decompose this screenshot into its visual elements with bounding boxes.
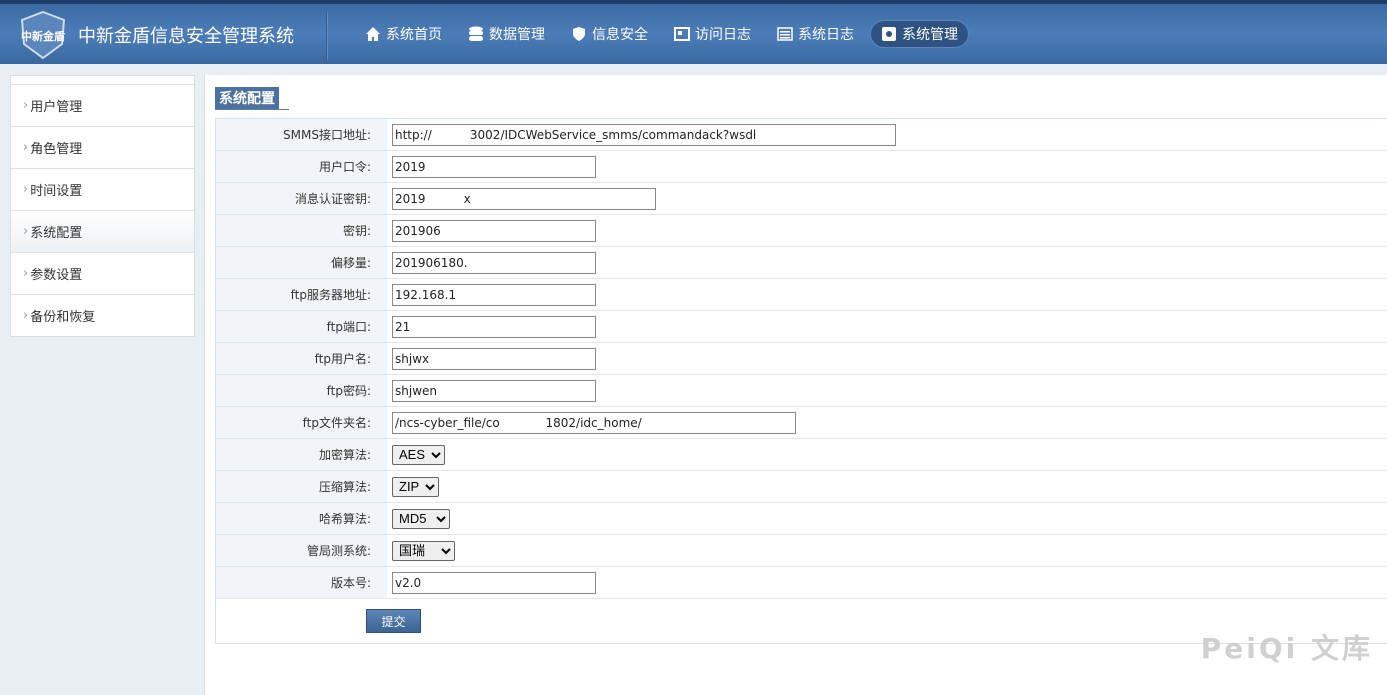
form-row: ftp服务器地址: bbox=[216, 279, 1387, 311]
form-row: ftp文件夹名: bbox=[216, 407, 1387, 439]
main-panel: 系统配置 SMMS接口地址: 用户口令: 消息认证密钥: 密钥: 偏移量: ft… bbox=[204, 75, 1387, 695]
hash-select[interactable]: MD5 bbox=[392, 508, 450, 529]
form-row: 管局测系统: 国瑞 bbox=[216, 535, 1387, 567]
sidebar-item-config[interactable]: › 系统配置 bbox=[11, 210, 194, 252]
form-row: 用户口令: bbox=[216, 151, 1387, 183]
sidebar-label: 用户管理 bbox=[30, 100, 83, 115]
shield-icon bbox=[573, 27, 585, 41]
form-row: 哈希算法: MD5 bbox=[216, 503, 1387, 535]
gear-icon bbox=[882, 27, 896, 41]
form-row: SMMS接口地址: bbox=[216, 119, 1387, 151]
secret-key-input[interactable] bbox=[392, 219, 596, 242]
chevron-right-icon: › bbox=[23, 98, 29, 113]
sidebar-item-roles[interactable]: › 角色管理 bbox=[11, 126, 194, 168]
form-row: ftp端口: bbox=[216, 311, 1387, 343]
field-label: ftp文件夹名: bbox=[216, 407, 387, 438]
config-form: SMMS接口地址: 用户口令: 消息认证密钥: 密钥: 偏移量: ftp服务器地… bbox=[215, 118, 1387, 644]
sidebar-label: 角色管理 bbox=[30, 142, 83, 157]
offset-input[interactable] bbox=[392, 251, 596, 274]
sidebar-label: 备份和恢复 bbox=[30, 310, 96, 325]
ftp-password-input[interactable] bbox=[392, 379, 596, 402]
nav-label: 系统首页 bbox=[386, 27, 442, 43]
form-row: 偏移量: bbox=[216, 247, 1387, 279]
field-label: 加密算法: bbox=[216, 439, 387, 470]
nav-security[interactable]: 信息安全 bbox=[561, 20, 658, 48]
chevron-right-icon: › bbox=[23, 266, 29, 281]
nav-label: 系统管理 bbox=[902, 27, 958, 43]
sidebar: › 用户管理 › 角色管理 › 时间设置 › 系统配置 › 参数设置 › 备份和恢复 bbox=[10, 75, 195, 337]
field-label: 消息认证密钥: bbox=[216, 183, 387, 214]
form-row: 加密算法: AES bbox=[216, 439, 1387, 471]
form-row: ftp用户名: bbox=[216, 343, 1387, 375]
field-label: SMMS接口地址: bbox=[216, 119, 387, 150]
nav-label: 数据管理 bbox=[489, 27, 545, 43]
smms-url-input[interactable] bbox=[392, 123, 896, 146]
agency-system-select[interactable]: 国瑞 bbox=[392, 540, 455, 561]
page-title: 系统配置 bbox=[215, 87, 279, 109]
logo-shield-icon: 中新金盾 bbox=[20, 10, 66, 60]
header: 中新金盾 中新金盾信息安全管理系统 系统首页 数据管理 信息安全 访问日志 系统… bbox=[0, 0, 1387, 64]
form-row: 压缩算法: ZIP bbox=[216, 471, 1387, 503]
sidebar-label: 时间设置 bbox=[30, 184, 83, 199]
nav-label: 访问日志 bbox=[695, 27, 751, 43]
database-icon bbox=[469, 26, 483, 41]
field-label: ftp用户名: bbox=[216, 343, 387, 374]
encryption-select[interactable]: AES bbox=[392, 444, 445, 465]
nav-access-log[interactable]: 访问日志 bbox=[664, 20, 761, 48]
compression-select[interactable]: ZIP bbox=[392, 476, 439, 497]
divider bbox=[326, 12, 328, 60]
auth-key-input[interactable] bbox=[392, 187, 656, 210]
field-label: 哈希算法: bbox=[216, 503, 387, 534]
ftp-port-input[interactable] bbox=[392, 315, 596, 338]
nav-label: 系统日志 bbox=[798, 27, 854, 43]
field-label: 版本号: bbox=[216, 567, 387, 598]
sidebar-item-users[interactable]: › 用户管理 bbox=[11, 84, 194, 126]
submit-button[interactable]: 提交 bbox=[366, 609, 421, 633]
sidebar-item-time[interactable]: › 时间设置 bbox=[11, 168, 194, 210]
ftp-username-input[interactable] bbox=[392, 347, 596, 370]
sidebar-label: 参数设置 bbox=[30, 268, 83, 283]
form-row: 密钥: bbox=[216, 215, 1387, 247]
chevron-right-icon: › bbox=[23, 308, 29, 323]
form-row: 消息认证密钥: bbox=[216, 183, 1387, 215]
top-nav: 系统首页 数据管理 信息安全 访问日志 系统日志 系统管理 bbox=[355, 20, 969, 48]
nav-system-log[interactable]: 系统日志 bbox=[767, 20, 864, 48]
form-row: ftp密码: bbox=[216, 375, 1387, 407]
nav-label: 信息安全 bbox=[592, 27, 648, 43]
field-label: ftp密码: bbox=[216, 375, 387, 406]
list-icon bbox=[777, 27, 793, 41]
sidebar-item-params[interactable]: › 参数设置 bbox=[11, 252, 194, 294]
nav-home[interactable]: 系统首页 bbox=[355, 20, 452, 48]
sidebar-label: 系统配置 bbox=[30, 226, 83, 241]
field-label: 压缩算法: bbox=[216, 471, 387, 502]
section-title: 系统配置 bbox=[215, 87, 289, 110]
watermark: PeiQi 文库 bbox=[1200, 632, 1373, 665]
form-row: 版本号: bbox=[216, 567, 1387, 599]
svg-text:中新金盾: 中新金盾 bbox=[21, 29, 65, 43]
nav-data[interactable]: 数据管理 bbox=[458, 20, 555, 48]
user-password-input[interactable] bbox=[392, 155, 596, 178]
home-icon bbox=[366, 27, 380, 41]
chevron-right-icon: › bbox=[23, 140, 29, 155]
field-label: 密钥: bbox=[216, 215, 387, 246]
nav-system-admin[interactable]: 系统管理 bbox=[870, 20, 969, 48]
field-label: 管局测系统: bbox=[216, 535, 387, 566]
sidebar-item-backup[interactable]: › 备份和恢复 bbox=[11, 294, 194, 336]
chevron-right-icon: › bbox=[23, 182, 29, 197]
ftp-server-input[interactable] bbox=[392, 283, 596, 306]
field-label: ftp服务器地址: bbox=[216, 279, 387, 310]
field-label: 用户口令: bbox=[216, 151, 387, 182]
log-icon bbox=[674, 27, 690, 41]
field-label: ftp端口: bbox=[216, 311, 387, 342]
ftp-folder-input[interactable] bbox=[392, 411, 796, 434]
chevron-right-icon: › bbox=[23, 224, 29, 239]
version-input[interactable] bbox=[392, 571, 596, 594]
app-title: 中新金盾信息安全管理系统 bbox=[78, 26, 294, 47]
field-label: 偏移量: bbox=[216, 247, 387, 278]
